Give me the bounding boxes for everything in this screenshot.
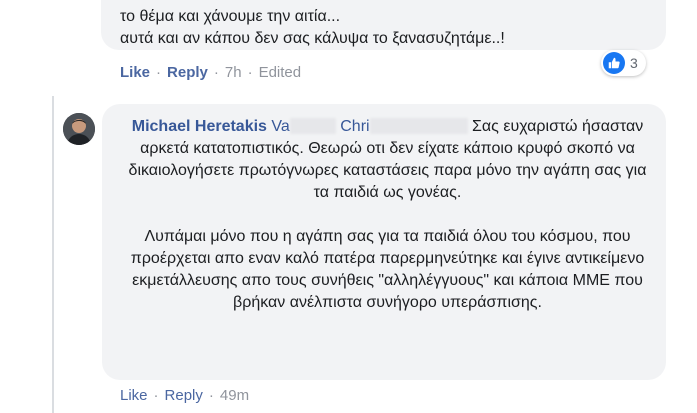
separator-dot: · (153, 387, 159, 404)
avatar[interactable] (63, 113, 95, 145)
reaction-count: 3 (630, 55, 638, 71)
previous-comment-line: το θέμα και χάνουμε την αιτία... (120, 8, 341, 25)
redacted-name-part (369, 118, 468, 134)
mention-visible-text: Chri (340, 118, 370, 135)
reply-link[interactable]: Reply (165, 387, 203, 404)
thumbs-up-icon (603, 52, 625, 74)
separator-dot: · (208, 387, 214, 404)
separator-dot: · (213, 64, 219, 81)
like-link[interactable]: Like (120, 64, 150, 81)
reply-thread-line (52, 96, 54, 413)
comment-author[interactable]: Michael Heretakis (132, 118, 267, 135)
previous-comment-line: αυτά και αν κάπου δεν σας κάλυψα το ξανα… (120, 30, 505, 47)
comment-paragraph: Λυπάμαι μόνο που η αγάπη σας για τα παιδ… (130, 228, 645, 311)
reaction-summary[interactable]: 3 (601, 50, 646, 76)
previous-comment-text: το θέμα και χάνουμε την αιτία... αυτά κα… (120, 6, 660, 50)
comment-timestamp[interactable]: 49m (220, 387, 249, 404)
previous-comment-actions: Like · Reply · 7h · Edited (120, 63, 301, 83)
reply-link[interactable]: Reply (167, 64, 208, 81)
comment-paragraph: Michael Heretakis Va Chri Σας ευχαριστώ … (120, 116, 655, 204)
like-link[interactable]: Like (120, 387, 148, 404)
mention-visible-text: Va (271, 118, 290, 135)
separator-dot: · (247, 64, 253, 81)
reply-comment-body: Michael Heretakis Va Chri Σας ευχαριστώ … (120, 116, 655, 314)
edited-label[interactable]: Edited (259, 64, 302, 81)
comment-timestamp[interactable]: 7h (225, 64, 242, 81)
user-mention[interactable]: Va Chri (271, 118, 468, 135)
redacted-name-part (289, 118, 336, 134)
separator-dot: · (156, 64, 162, 81)
reply-comment-actions: Like · Reply · 49m (120, 386, 249, 406)
